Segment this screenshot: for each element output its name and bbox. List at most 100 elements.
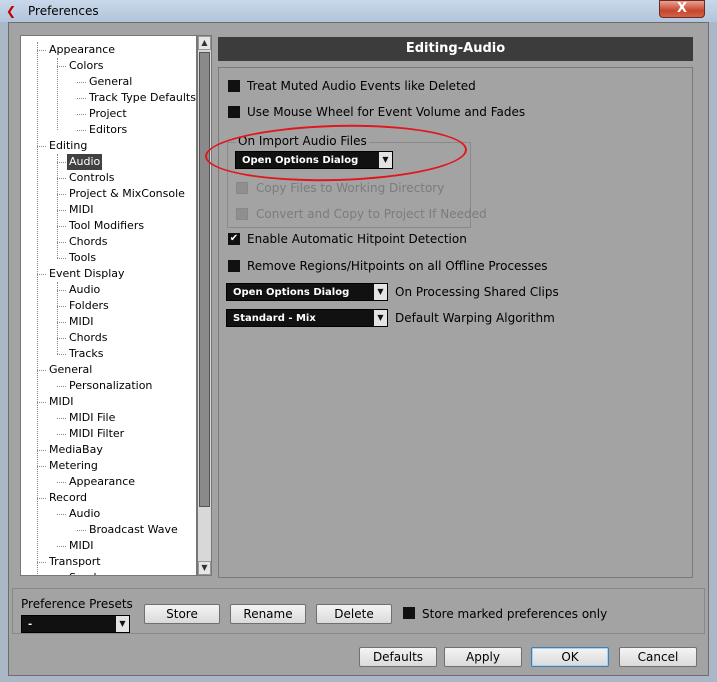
tree-item[interactable]: Tool Modifiers (67, 218, 146, 234)
apply-button[interactable]: Apply (444, 647, 522, 667)
scroll-thumb[interactable] (199, 52, 210, 507)
scroll-down-icon[interactable]: ▼ (198, 561, 211, 575)
tree-item[interactable]: Chords (67, 330, 109, 346)
tree-connector (57, 482, 66, 483)
tree-connector (77, 114, 86, 115)
tree-item[interactable]: Event Display (47, 266, 127, 282)
preferences-tree[interactable]: Appearance Colors General Track Type Defaul… (20, 35, 197, 576)
chevron-down-icon: ▼ (374, 284, 387, 300)
tree-item[interactable]: Controls (67, 170, 117, 186)
cubase-icon: ❮ (6, 4, 17, 18)
presets-dropdown[interactable]: - ▼ (21, 615, 130, 633)
tree-connector (57, 154, 58, 258)
tree-connector (37, 562, 46, 563)
tree-connector (57, 338, 66, 339)
tree-item[interactable]: General (87, 74, 134, 90)
tree-item[interactable]: Tracks (67, 346, 106, 362)
tree-item[interactable]: Colors (67, 58, 105, 74)
tree-item[interactable]: Personalization (67, 378, 154, 394)
tree-connector (37, 274, 46, 275)
store-button[interactable]: Store (144, 604, 220, 624)
tree-connector (37, 370, 46, 371)
tree-connector (57, 258, 66, 259)
tree-item[interactable]: MIDI Filter (67, 426, 126, 442)
convert-copy-checkbox[interactable] (236, 208, 248, 220)
tree-item[interactable]: Scrub (67, 570, 103, 575)
tree-item[interactable]: Appearance (67, 474, 137, 490)
treat-muted-checkbox[interactable] (228, 80, 240, 92)
copy-files-checkbox[interactable] (236, 182, 248, 194)
shared-clips-dropdown[interactable]: Open Options Dialog ▼ (226, 283, 388, 301)
tree-connector (37, 498, 46, 499)
tree-item[interactable]: Editors (87, 122, 129, 138)
tree-connector (57, 178, 66, 179)
tree-connector (57, 434, 66, 435)
presets-label: Preference Presets (21, 597, 133, 611)
tree-connector (57, 354, 66, 355)
defaults-button[interactable]: Defaults (359, 647, 437, 667)
tree-item[interactable]: Audio (67, 154, 103, 170)
tree-connector (57, 242, 66, 243)
tree-item[interactable]: Metering (47, 458, 100, 474)
cancel-button[interactable]: Cancel (619, 647, 697, 667)
tree-connector (57, 322, 66, 323)
warping-dropdown[interactable]: Standard - Mix ▼ (226, 309, 388, 327)
copy-files-label: Copy Files to Working Directory (256, 181, 445, 195)
tree-scrollbar[interactable]: ▲ ▼ (197, 35, 212, 576)
delete-button[interactable]: Delete (316, 604, 392, 624)
store-marked-label: Store marked preferences only (422, 607, 608, 621)
mouse-wheel-checkbox[interactable] (228, 106, 240, 118)
warping-value: Standard - Mix (233, 313, 316, 324)
tree-item[interactable]: MIDI (67, 538, 95, 554)
tree-item[interactable]: Tools (67, 250, 98, 266)
tree-connector (37, 450, 46, 451)
tree-item[interactable]: Folders (67, 298, 111, 314)
tree-connector (57, 58, 58, 130)
tree-item[interactable]: MIDI File (67, 410, 117, 426)
tree-connector (57, 386, 66, 387)
tree-connector (57, 514, 66, 515)
tree-item[interactable]: Chords (67, 234, 109, 250)
remove-regions-label: Remove Regions/Hitpoints on all Offline … (247, 259, 548, 273)
scroll-up-icon[interactable]: ▲ (198, 36, 211, 50)
presets-value: - (28, 619, 33, 630)
hitpoint-checkbox[interactable]: ✔ (228, 233, 240, 245)
tree-item[interactable]: MIDI (67, 314, 95, 330)
tree-item[interactable]: MIDI (47, 394, 75, 410)
tree-item[interactable]: Editing (47, 138, 89, 154)
tree-item[interactable]: Record (47, 490, 89, 506)
tree-item[interactable]: MIDI (67, 202, 95, 218)
tree-connector (57, 282, 58, 354)
tree-connector (37, 466, 46, 467)
close-button[interactable]: X (659, 0, 705, 18)
tree-item[interactable]: MediaBay (47, 442, 105, 458)
tree-item[interactable]: Track Type Defaults (87, 90, 196, 106)
treat-muted-label: Treat Muted Audio Events like Deleted (247, 79, 476, 93)
tree-connector (57, 194, 66, 195)
tree-connector (57, 162, 66, 163)
tree-item[interactable]: Broadcast Wave (87, 522, 180, 538)
tree-item[interactable]: Audio (67, 282, 102, 298)
page-title: Editing-Audio (218, 37, 693, 61)
remove-regions-checkbox[interactable] (228, 260, 240, 272)
tree-connector (57, 210, 66, 211)
tree-connector (57, 306, 66, 307)
tree-connector (57, 66, 66, 67)
tree-item[interactable]: Project & MixConsole (67, 186, 187, 202)
tree-item[interactable]: Project (87, 106, 129, 122)
tree-connector (77, 130, 86, 131)
tree-connector (77, 98, 86, 99)
rename-button[interactable]: Rename (230, 604, 306, 624)
tree-item[interactable]: Appearance (47, 42, 117, 58)
tree-item[interactable]: Audio (67, 506, 102, 522)
store-marked-checkbox[interactable] (403, 607, 415, 619)
tree-item[interactable]: Transport (47, 554, 103, 570)
tree-connector (57, 290, 66, 291)
preference-presets: Preference Presets - ▼ Store Rename Dele… (12, 588, 705, 634)
tree-connector (37, 146, 46, 147)
title-bar: ❮ Preferences X (0, 0, 717, 22)
ok-button[interactable]: OK (531, 647, 609, 667)
shared-clips-label: On Processing Shared Clips (395, 285, 559, 299)
tree-item[interactable]: General (47, 362, 94, 378)
tree-connector (57, 418, 66, 419)
